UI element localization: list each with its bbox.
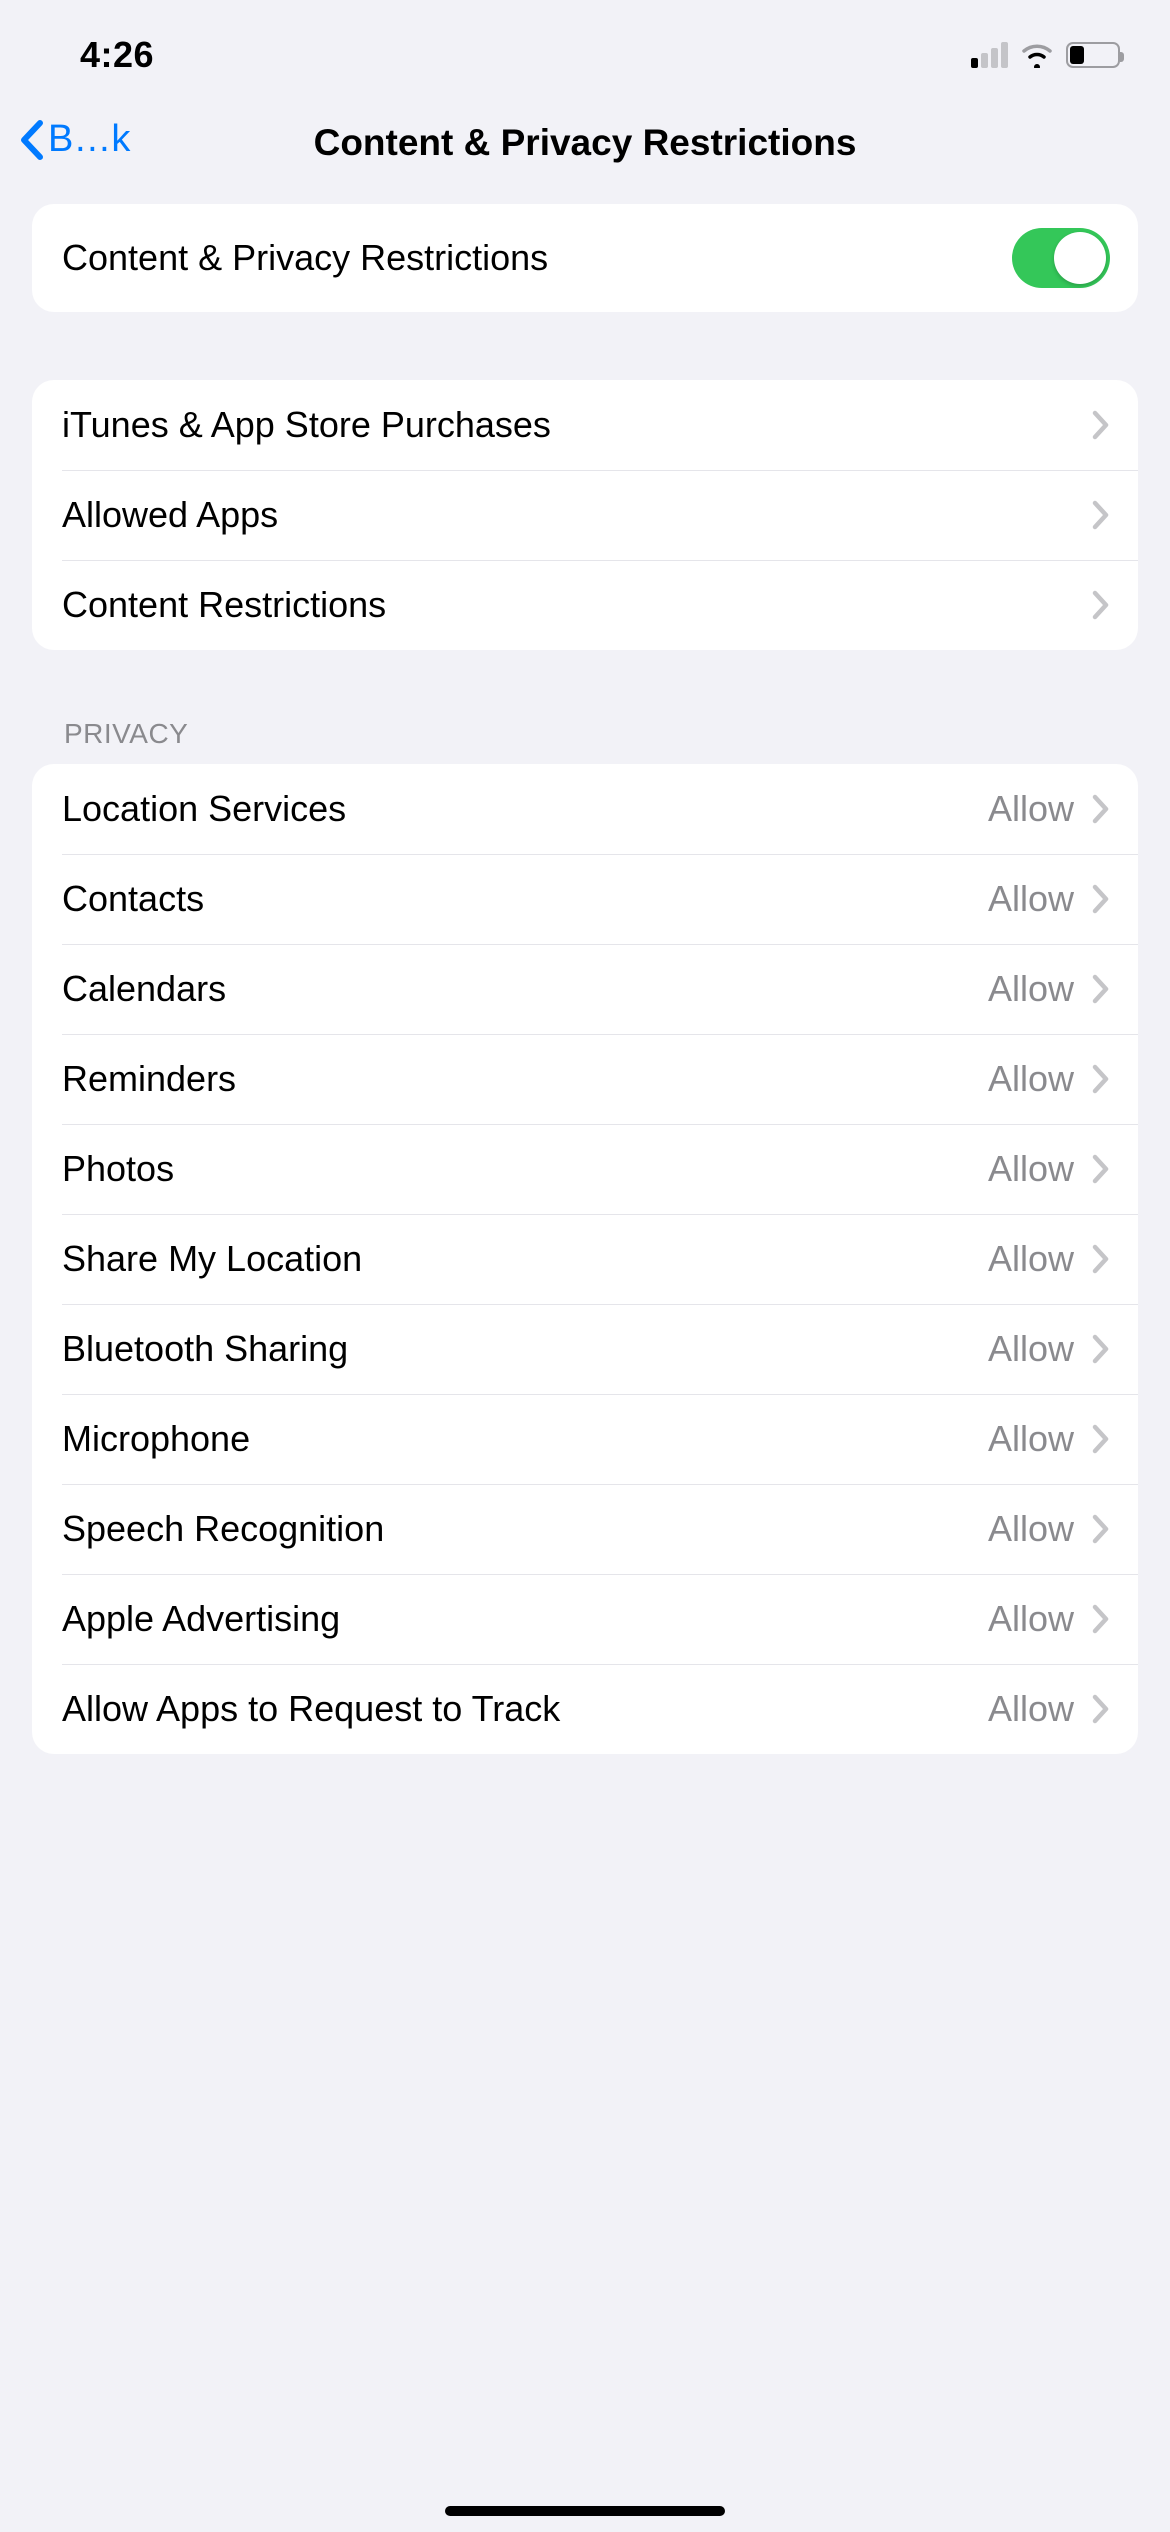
row-label: iTunes & App Store Purchases bbox=[62, 404, 1092, 446]
chevron-right-icon bbox=[1092, 1424, 1110, 1454]
back-label: B…k bbox=[48, 118, 130, 161]
row-label: Location Services bbox=[62, 788, 988, 830]
row-label: Speech Recognition bbox=[62, 1508, 988, 1550]
chevron-right-icon bbox=[1092, 1334, 1110, 1364]
home-indicator[interactable] bbox=[445, 2506, 725, 2516]
bluetooth-sharing-row[interactable]: Bluetooth Sharing Allow bbox=[32, 1304, 1138, 1394]
speech-recognition-row[interactable]: Speech Recognition Allow bbox=[32, 1484, 1138, 1574]
chevron-right-icon bbox=[1092, 884, 1110, 914]
toggle-label: Content & Privacy Restrictions bbox=[62, 237, 1012, 279]
apple-advertising-row[interactable]: Apple Advertising Allow bbox=[32, 1574, 1138, 1664]
row-value: Allow bbox=[988, 1598, 1074, 1640]
general-section: iTunes & App Store Purchases Allowed App… bbox=[32, 380, 1138, 650]
chevron-right-icon bbox=[1092, 1694, 1110, 1724]
chevron-right-icon bbox=[1092, 1064, 1110, 1094]
nav-header: B…k Content & Privacy Restrictions bbox=[0, 110, 1170, 204]
chevron-right-icon bbox=[1092, 1514, 1110, 1544]
calendars-row[interactable]: Calendars Allow bbox=[32, 944, 1138, 1034]
chevron-right-icon bbox=[1092, 1604, 1110, 1634]
row-value: Allow bbox=[988, 1148, 1074, 1190]
row-label: Allowed Apps bbox=[62, 494, 1092, 536]
row-label: Contacts bbox=[62, 878, 988, 920]
content-restrictions-row[interactable]: Content Restrictions bbox=[32, 560, 1138, 650]
row-value: Allow bbox=[988, 788, 1074, 830]
toggle-knob bbox=[1054, 232, 1106, 284]
allow-apps-request-track-row[interactable]: Allow Apps to Request to Track Allow bbox=[32, 1664, 1138, 1754]
photos-row[interactable]: Photos Allow bbox=[32, 1124, 1138, 1214]
status-indicators bbox=[971, 42, 1120, 68]
content-privacy-toggle-row[interactable]: Content & Privacy Restrictions bbox=[32, 204, 1138, 312]
status-bar: 4:26 bbox=[0, 0, 1170, 110]
row-label: Bluetooth Sharing bbox=[62, 1328, 988, 1370]
master-toggle-section: Content & Privacy Restrictions bbox=[32, 204, 1138, 312]
toggle-switch[interactable] bbox=[1012, 228, 1110, 288]
page-title: Content & Privacy Restrictions bbox=[314, 122, 857, 164]
row-value: Allow bbox=[988, 1508, 1074, 1550]
chevron-right-icon bbox=[1092, 1244, 1110, 1274]
row-label: Allow Apps to Request to Track bbox=[62, 1688, 988, 1730]
row-value: Allow bbox=[988, 1418, 1074, 1460]
privacy-section: Location Services Allow Contacts Allow C… bbox=[32, 764, 1138, 1754]
chevron-right-icon bbox=[1092, 500, 1110, 530]
chevron-right-icon bbox=[1092, 410, 1110, 440]
row-label: Microphone bbox=[62, 1418, 988, 1460]
row-label: Content Restrictions bbox=[62, 584, 1092, 626]
row-value: Allow bbox=[988, 1328, 1074, 1370]
row-label: Share My Location bbox=[62, 1238, 988, 1280]
wifi-icon bbox=[1020, 42, 1054, 68]
status-time: 4:26 bbox=[80, 34, 154, 76]
row-value: Allow bbox=[988, 1058, 1074, 1100]
chevron-right-icon bbox=[1092, 974, 1110, 1004]
chevron-right-icon bbox=[1092, 1154, 1110, 1184]
location-services-row[interactable]: Location Services Allow bbox=[32, 764, 1138, 854]
row-label: Photos bbox=[62, 1148, 988, 1190]
back-button[interactable]: B…k bbox=[18, 118, 130, 161]
itunes-app-store-row[interactable]: iTunes & App Store Purchases bbox=[32, 380, 1138, 470]
chevron-right-icon bbox=[1092, 794, 1110, 824]
chevron-left-icon bbox=[18, 119, 44, 161]
row-label: Reminders bbox=[62, 1058, 988, 1100]
allowed-apps-row[interactable]: Allowed Apps bbox=[32, 470, 1138, 560]
row-value: Allow bbox=[988, 1688, 1074, 1730]
row-label: Apple Advertising bbox=[62, 1598, 988, 1640]
battery-icon bbox=[1066, 42, 1120, 68]
reminders-row[interactable]: Reminders Allow bbox=[32, 1034, 1138, 1124]
privacy-section-header: Privacy bbox=[32, 718, 1138, 764]
row-value: Allow bbox=[988, 968, 1074, 1010]
row-label: Calendars bbox=[62, 968, 988, 1010]
microphone-row[interactable]: Microphone Allow bbox=[32, 1394, 1138, 1484]
contacts-row[interactable]: Contacts Allow bbox=[32, 854, 1138, 944]
cellular-signal-icon bbox=[971, 42, 1008, 68]
row-value: Allow bbox=[988, 878, 1074, 920]
share-my-location-row[interactable]: Share My Location Allow bbox=[32, 1214, 1138, 1304]
chevron-right-icon bbox=[1092, 590, 1110, 620]
row-value: Allow bbox=[988, 1238, 1074, 1280]
